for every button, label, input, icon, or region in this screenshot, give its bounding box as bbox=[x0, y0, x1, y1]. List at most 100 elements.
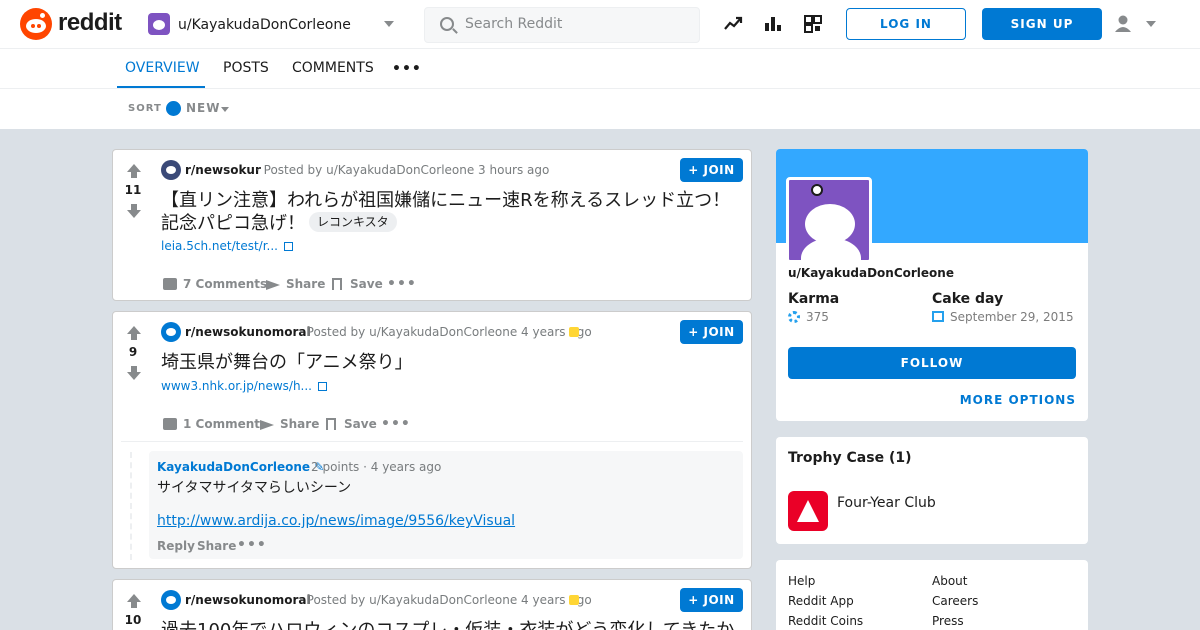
trophy-case-card: Trophy Case (1) Four-Year Club bbox=[776, 437, 1088, 544]
reddit-logo-icon[interactable] bbox=[20, 8, 52, 40]
bookmark-icon bbox=[326, 418, 336, 430]
sort-bar: SORT NEW bbox=[0, 89, 1200, 129]
footer-link-reddit-app[interactable]: Reddit App bbox=[788, 594, 854, 608]
post-flair: レコンキスタ bbox=[309, 212, 397, 232]
upvote-icon[interactable] bbox=[127, 164, 141, 178]
external-link-icon bbox=[318, 382, 327, 391]
trophy-name: Four-Year Club bbox=[837, 495, 936, 511]
save-button[interactable]: Save bbox=[332, 277, 383, 291]
search-bar[interactable] bbox=[424, 7, 700, 43]
active-tab-indicator bbox=[117, 86, 205, 88]
post-title[interactable]: 過去100年でハロウィンのコスプレ・仮装・衣装がどう変化してきたか bbox=[161, 620, 734, 630]
signup-button[interactable]: SIGN UP bbox=[982, 8, 1102, 40]
profile-avatar bbox=[786, 177, 872, 263]
footer-link-careers[interactable]: Careers bbox=[932, 594, 978, 608]
reply-button[interactable]: Reply bbox=[157, 539, 195, 553]
comment-more-button[interactable]: ••• bbox=[237, 537, 267, 553]
subreddit-link[interactable]: r/newsokur bbox=[185, 163, 261, 177]
post-title[interactable]: 【直リン注意】われらが祖国嫌儲にニュー速Rを称えるスレッド立つ！ 記念パピコ急げ… bbox=[161, 190, 741, 235]
more-options-button[interactable]: ••• bbox=[387, 276, 417, 292]
karma-value: 375 bbox=[788, 310, 829, 324]
post-title[interactable]: 埼玉県が舞台の「アニメ祭り」 bbox=[161, 352, 413, 374]
profile-username: u/KayakudaDonCorleone bbox=[788, 266, 954, 280]
footer-link-help[interactable]: Help bbox=[788, 574, 815, 588]
post-meta: · Posted by u/KayakudaDonCorleone 4 year… bbox=[299, 593, 592, 607]
comment-link[interactable]: http://www.ardija.co.jp/news/image/9556/… bbox=[157, 513, 515, 529]
sort-dropdown[interactable]: NEW bbox=[186, 101, 220, 115]
post-card[interactable]: 10 r/newsokunomoral · Posted by u/Kayaku… bbox=[112, 579, 752, 630]
profile-switcher-name: u/KayakudaDonCorleone bbox=[178, 17, 351, 33]
follow-button[interactable]: FOLLOW bbox=[788, 347, 1076, 379]
comment-meta: 2 points · 4 years ago bbox=[311, 460, 442, 474]
share-button[interactable]: Share bbox=[266, 277, 325, 291]
post-external-link[interactable]: leia.5ch.net/test/r... bbox=[161, 239, 293, 253]
tab-posts[interactable]: POSTS bbox=[223, 60, 269, 76]
upvote-icon[interactable] bbox=[127, 326, 141, 340]
subreddit-link[interactable]: r/newsokunomoral bbox=[185, 325, 311, 339]
sort-label: SORT bbox=[128, 103, 162, 114]
save-button[interactable]: Save bbox=[326, 417, 377, 431]
cakeday-label: Cake day bbox=[932, 291, 1004, 307]
user-menu-dropdown[interactable] bbox=[1112, 12, 1162, 38]
profile-avatar-icon bbox=[148, 13, 170, 35]
user-icon bbox=[1115, 15, 1131, 32]
join-button[interactable]: + JOIN bbox=[680, 320, 743, 344]
chevron-down-icon bbox=[1146, 21, 1156, 27]
post-card[interactable]: 11 r/newsokur · Posted by u/KayakudaDonC… bbox=[112, 149, 752, 301]
leaderboard-icon[interactable] bbox=[761, 12, 785, 36]
comments-button[interactable]: 7 Comments bbox=[163, 277, 267, 291]
cakeday-value: September 29, 2015 bbox=[932, 310, 1074, 324]
footer-link-reddit-coins[interactable]: Reddit Coins bbox=[788, 614, 863, 628]
more-options-link[interactable]: MORE OPTIONS bbox=[960, 393, 1076, 407]
tab-more-button[interactable]: ••• bbox=[392, 61, 422, 77]
comments-button[interactable]: 1 Comment bbox=[163, 417, 260, 431]
karma-icon bbox=[788, 311, 800, 323]
karma-label: Karma bbox=[788, 291, 840, 307]
subreddit-icon[interactable] bbox=[161, 590, 181, 610]
join-button[interactable]: + JOIN bbox=[680, 588, 743, 612]
upvote-icon[interactable] bbox=[127, 594, 141, 608]
cake-icon bbox=[932, 311, 944, 322]
reddit-wordmark[interactable]: reddit bbox=[58, 9, 122, 37]
trophy-case-title: Trophy Case (1) bbox=[788, 450, 912, 466]
post-card[interactable]: 9 r/newsokunomoral · Posted by u/Kayakud… bbox=[112, 311, 752, 569]
search-input[interactable] bbox=[465, 16, 685, 32]
comment-thread-line[interactable] bbox=[130, 452, 132, 560]
footer-link-press[interactable]: Press bbox=[932, 614, 964, 628]
chevron-down-icon[interactable] bbox=[221, 107, 229, 112]
tab-comments[interactable]: COMMENTS bbox=[292, 60, 374, 76]
comment: KayakudaDonCorleone ✎ 2 points · 4 years… bbox=[149, 451, 743, 559]
bookmark-icon bbox=[332, 278, 342, 290]
archived-icon bbox=[569, 327, 579, 337]
tab-overview[interactable]: OVERVIEW bbox=[125, 60, 200, 76]
new-sort-icon bbox=[166, 101, 181, 116]
post-meta: · Posted by u/KayakudaDonCorleone 3 hour… bbox=[256, 163, 550, 177]
profile-card: u/KayakudaDonCorleone Karma 375 Cake day… bbox=[776, 149, 1088, 421]
comment-share-button[interactable]: Share bbox=[197, 539, 236, 553]
post-meta: · Posted by u/KayakudaDonCorleone 4 year… bbox=[299, 325, 592, 339]
subreddit-icon[interactable] bbox=[161, 322, 181, 342]
share-icon bbox=[260, 418, 274, 430]
comment-icon bbox=[163, 278, 177, 290]
chevron-down-icon bbox=[384, 21, 394, 27]
archived-icon bbox=[569, 595, 579, 605]
comment-icon bbox=[163, 418, 177, 430]
login-button[interactable]: LOG IN bbox=[846, 8, 966, 40]
comment-author[interactable]: KayakudaDonCorleone ✎ bbox=[157, 460, 324, 474]
top-header: reddit u/KayakudaDonCorleone LOG IN SIGN… bbox=[0, 0, 1200, 49]
join-button[interactable]: + JOIN bbox=[680, 158, 743, 182]
more-options-button[interactable]: ••• bbox=[381, 416, 411, 432]
downvote-icon[interactable] bbox=[127, 366, 141, 380]
vote-score: 11 bbox=[124, 183, 142, 197]
downvote-icon[interactable] bbox=[127, 204, 141, 218]
post-external-link[interactable]: www3.nhk.or.jp/news/h... bbox=[161, 379, 327, 393]
subreddit-icon[interactable] bbox=[161, 160, 181, 180]
share-icon bbox=[266, 278, 280, 290]
profile-tabs: OVERVIEW POSTS COMMENTS ••• bbox=[0, 49, 1200, 89]
topics-icon[interactable] bbox=[801, 12, 825, 36]
profile-switcher[interactable]: u/KayakudaDonCorleone bbox=[140, 8, 404, 40]
share-button[interactable]: Share bbox=[260, 417, 319, 431]
footer-link-about[interactable]: About bbox=[932, 574, 967, 588]
trending-icon[interactable] bbox=[721, 12, 745, 36]
subreddit-link[interactable]: r/newsokunomoral bbox=[185, 593, 311, 607]
